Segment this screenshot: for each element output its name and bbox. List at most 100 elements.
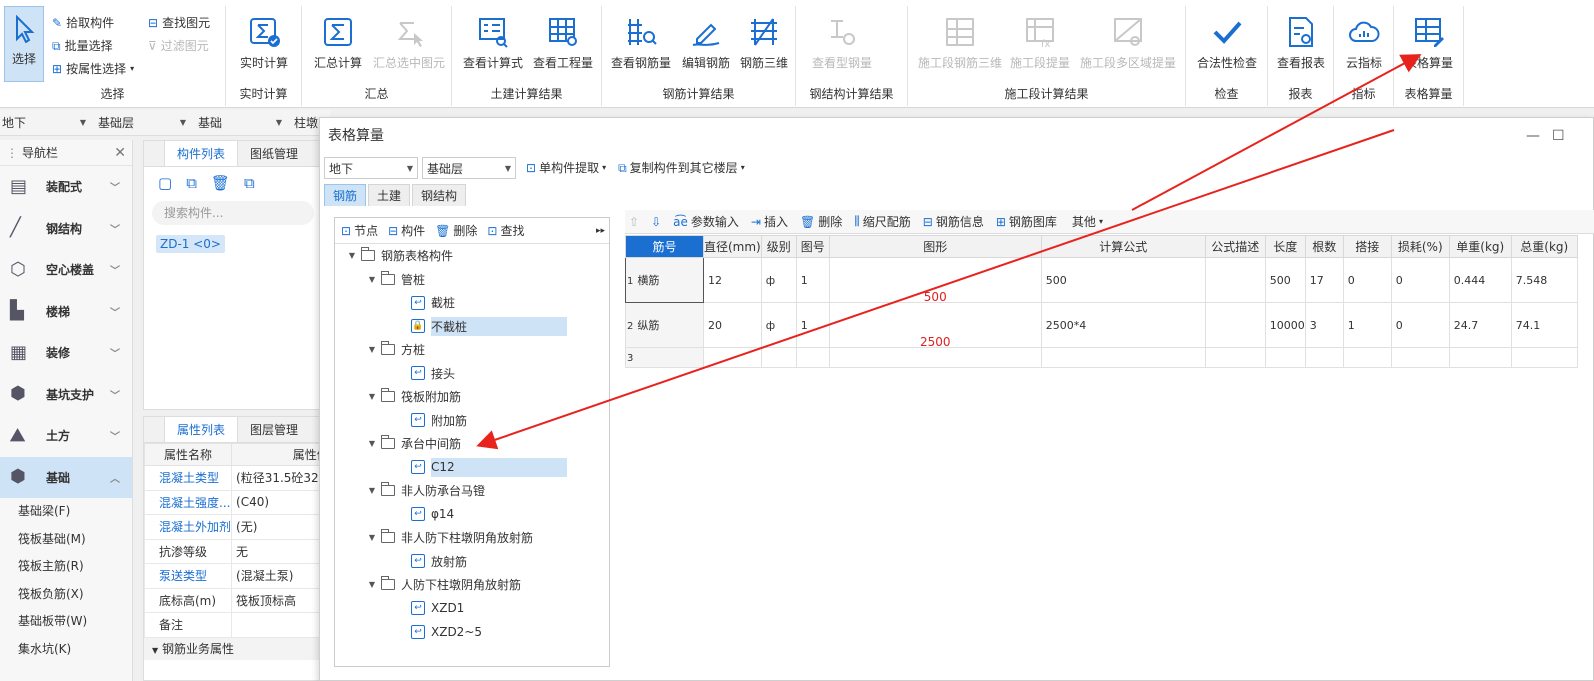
- tree-tool-1[interactable]: ⊟ 构件: [388, 222, 425, 239]
- maximize-icon[interactable]: ☐: [1552, 118, 1565, 154]
- type-select[interactable]: 基础 ▼: [196, 112, 288, 134]
- tab-layers[interactable]: 图层管理: [238, 417, 310, 442]
- view-quantity-button[interactable]: 查看工程量: [528, 12, 598, 71]
- grid-col-header[interactable]: 长度: [1264, 235, 1306, 258]
- tree-tool-2[interactable]: 🗑 删除: [435, 222, 477, 239]
- floor-select[interactable]: 地下 ▼: [0, 112, 92, 134]
- edit-rebar-button[interactable]: 编辑钢筋: [676, 12, 736, 71]
- grid-cell-formula[interactable]: 500: [1040, 257, 1206, 303]
- move-up-icon[interactable]: ⇧: [629, 215, 639, 229]
- grid-tool-5[interactable]: ⊞ 钢筋图库: [996, 213, 1057, 230]
- tree-node[interactable]: ▼ 人防下柱墩阴角放射筋: [335, 573, 609, 597]
- tree-node[interactable]: ▼ 管桩: [335, 268, 609, 292]
- extract-button[interactable]: ⊡ 单构件提取 ▾: [520, 157, 612, 179]
- grid-cell-name[interactable]: 2 纵筋: [625, 302, 704, 348]
- nav-category-2[interactable]: ⬡ 空心楼盖 ﹀: [0, 249, 132, 291]
- grid-tool-0[interactable]: a͡e 参数输入: [673, 213, 739, 230]
- tree-node[interactable]: ▼ 钢筋表格构件: [335, 244, 609, 268]
- view-report-button[interactable]: 查看报表: [1272, 12, 1330, 71]
- nav-subitem[interactable]: 筏板负筋(X): [0, 581, 132, 609]
- grid-cell-shape[interactable]: [828, 347, 1042, 368]
- cloud-index-button[interactable]: 云指标: [1338, 12, 1390, 71]
- grid-cell-total[interactable]: 74.1: [1510, 302, 1578, 348]
- delete-icon[interactable]: 🗑: [211, 174, 230, 192]
- grid-cell-shape[interactable]: 2500: [828, 302, 1042, 348]
- view-steel-button[interactable]: 查看型钢量: [802, 12, 882, 71]
- nav-subitem[interactable]: 集水坑(K): [0, 636, 132, 664]
- summary-selected-button[interactable]: 汇总选中图元: [370, 12, 448, 71]
- grid-row[interactable]: 2 纵筋 20 ф 1 2500 2500*4 10000 3 1 0 24.7 74.1: [625, 302, 1578, 348]
- grid-cell-lap[interactable]: [1342, 347, 1392, 368]
- grid-cell-unit[interactable]: [1448, 347, 1512, 368]
- move-down-icon[interactable]: ⇩: [651, 215, 661, 229]
- nav-category-5[interactable]: ⬢ 基坑支护 ﹀: [0, 374, 132, 416]
- grid-col-header[interactable]: 计算公式: [1040, 235, 1206, 258]
- grid-col-header[interactable]: 筋号: [625, 235, 704, 258]
- grid-tool-2[interactable]: 🗑 删除: [800, 213, 842, 230]
- tree-node[interactable]: ↩ 放射筋: [335, 550, 609, 574]
- dialog-floor-select[interactable]: 地下 ▼: [324, 157, 418, 179]
- tree-node[interactable]: ▼ 承台中间筋: [335, 432, 609, 456]
- grid-cell-unit[interactable]: 24.7: [1448, 302, 1512, 348]
- grid-cell-dia[interactable]: [703, 347, 762, 368]
- grid-cell-total[interactable]: [1510, 347, 1578, 368]
- drag-handle-icon[interactable]: ⋮: [6, 140, 18, 166]
- tree-node[interactable]: ▼ 非人防承台马镫: [335, 479, 609, 503]
- dialog-tab-2[interactable]: 钢结构: [412, 184, 467, 206]
- close-icon[interactable]: ✕: [114, 140, 126, 166]
- grid-cell-name[interactable]: 3: [625, 347, 704, 368]
- nav-subitem[interactable]: 基础梁(F): [0, 498, 132, 526]
- grid-cell-formula[interactable]: 2500*4: [1040, 302, 1206, 348]
- nav-category-0[interactable]: ▤ 装配式 ﹀: [0, 166, 132, 208]
- grid-cell-len[interactable]: [1264, 347, 1306, 368]
- grid-cell-shape[interactable]: 500: [828, 257, 1042, 303]
- more-icon[interactable]: ▸▸: [596, 226, 605, 236]
- grid-cell-lap[interactable]: 1: [1342, 302, 1392, 348]
- nav-subitem[interactable]: 筏板主筋(R): [0, 553, 132, 581]
- grid-cell-grade[interactable]: ф: [760, 257, 797, 303]
- realtime-calc-button[interactable]: 实时计算: [232, 12, 296, 71]
- nav-category-3[interactable]: ▙ 楼梯 ﹀: [0, 291, 132, 333]
- tree-node[interactable]: ↩ XZD2~5: [335, 620, 609, 644]
- chevron-down-icon[interactable]: ▼: [367, 580, 377, 589]
- grid-cell-grade[interactable]: [760, 347, 797, 368]
- grid-cell-count[interactable]: [1304, 347, 1344, 368]
- grid-cell-lap[interactable]: 0: [1342, 257, 1392, 303]
- dialog-layer-select[interactable]: 基础层 ▼: [422, 157, 516, 179]
- tree-tool-0[interactable]: ⊡ 节点: [341, 222, 378, 239]
- grid-tool-6[interactable]: 其他 ▾: [1069, 213, 1103, 230]
- tab-drawing-manage[interactable]: 图纸管理: [238, 141, 310, 166]
- chevron-down-icon[interactable]: ▼: [367, 439, 377, 448]
- grid-cell-unit[interactable]: 0.444: [1448, 257, 1512, 303]
- view-formula-button[interactable]: 查看计算式: [458, 12, 528, 71]
- grid-cell-desc[interactable]: [1204, 257, 1266, 303]
- grid-cell-desc[interactable]: [1204, 302, 1266, 348]
- stage-multi-button[interactable]: 施工段多区域提量: [1074, 12, 1182, 71]
- tree-node[interactable]: ▼ 方桩: [335, 338, 609, 362]
- grid-cell-loss[interactable]: 0: [1390, 257, 1450, 303]
- grid-row[interactable]: 3: [625, 347, 1578, 368]
- grid-cell-total[interactable]: 7.548: [1510, 257, 1578, 303]
- nav-category-7[interactable]: ⬢ 基础 ︿: [0, 456, 132, 498]
- chevron-down-icon[interactable]: ▼: [367, 486, 377, 495]
- chevron-down-icon[interactable]: ▼: [367, 392, 377, 401]
- grid-tool-3[interactable]: ⫼ 缩尺配筋: [854, 213, 911, 230]
- tree-node[interactable]: ↩ XZD1: [335, 597, 609, 621]
- nav-subitem[interactable]: 基础板带(W): [0, 608, 132, 636]
- grid-col-header[interactable]: 总重(kg): [1510, 235, 1578, 258]
- stage-quantity-button[interactable]: fx 施工段提量: [1008, 12, 1072, 71]
- tree-node[interactable]: ↩ 附加筋: [335, 409, 609, 433]
- search-input[interactable]: 搜索构件...: [152, 201, 314, 225]
- summary-calc-button[interactable]: 汇总计算: [308, 12, 368, 71]
- chevron-down-icon[interactable]: ▼: [347, 251, 357, 260]
- tab-properties[interactable]: 属性列表: [164, 417, 239, 442]
- grid-cell-loss[interactable]: [1390, 347, 1450, 368]
- copy-icon[interactable]: ⧉: [186, 174, 197, 192]
- grid-col-header[interactable]: 级别: [760, 235, 797, 258]
- grid-col-header[interactable]: 单重(kg): [1448, 235, 1512, 258]
- grid-tool-4[interactable]: ⊟ 钢筋信息: [923, 213, 984, 230]
- tree-node[interactable]: 🔒 不截桩: [335, 315, 609, 339]
- grid-col-header[interactable]: 图形: [828, 235, 1042, 258]
- nav-category-1[interactable]: ╱ 钢结构 ﹀: [0, 208, 132, 250]
- grid-cell-name[interactable]: 1 横筋: [625, 257, 704, 303]
